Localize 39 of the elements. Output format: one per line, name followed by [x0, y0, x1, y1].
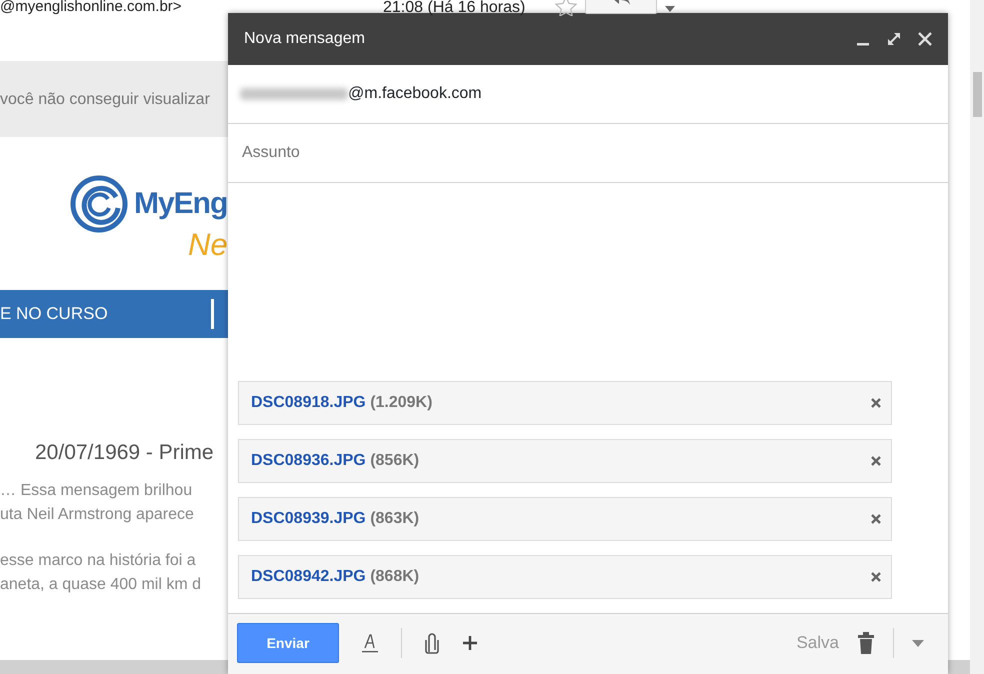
text-format-icon[interactable]	[361, 633, 379, 653]
paragraph: … Essa mensagem brilhou uta Neil Armstrong aparece	[0, 480, 195, 524]
attachment-name[interactable]: DSC08918.JPG	[251, 394, 366, 411]
attachment-chip[interactable]: DSC08936.JPG (856K)	[238, 439, 892, 483]
attachment-size: (863K)	[370, 510, 420, 527]
recipient-text: @m.facebook.com	[348, 84, 482, 104]
email-heading: 20/07/1969 - Prime	[34, 440, 215, 466]
nav-link[interactable]: E NO CURSO	[0, 304, 108, 323]
attachment-name[interactable]: DSC08936.JPG	[251, 452, 366, 469]
logo-text: MyEng	[134, 189, 228, 219]
subject-field[interactable]: Assunto	[240, 140, 948, 166]
remove-icon[interactable]	[869, 512, 883, 526]
expand-icon[interactable]	[886, 31, 902, 47]
attachment-name[interactable]: DSC08939.JPG	[251, 510, 366, 527]
sender-email: @myenglishonline.com.br>	[0, 0, 183, 17]
star-icon[interactable]	[555, 0, 577, 16]
attachment-chip[interactable]: DSC08939.JPG (863K)	[238, 497, 892, 541]
timestamp: 21:08 (Há 16 horas)	[383, 0, 526, 16]
attachment-chip[interactable]: DSC08942.JPG (868K)	[238, 555, 892, 599]
attachment-size: (868K)	[370, 568, 420, 585]
remove-icon[interactable]	[869, 396, 883, 410]
logo-tagline: Ne	[188, 229, 228, 260]
paperclip-icon[interactable]	[424, 632, 440, 654]
plus-icon[interactable]	[462, 635, 478, 651]
scrollbar[interactable]	[970, 0, 984, 674]
remove-icon[interactable]	[869, 454, 883, 468]
notice-text: você não conseguir visualizar	[0, 61, 228, 137]
attachment-size: (1.209K)	[370, 394, 432, 411]
save-status: Salva	[796, 632, 839, 654]
remove-icon[interactable]	[869, 570, 883, 584]
swirl-logo-icon	[70, 175, 130, 233]
window-title: Nova mensagem	[244, 29, 366, 49]
caret-icon[interactable]	[912, 640, 924, 646]
trash-icon[interactable]	[857, 632, 875, 654]
attachment-chip[interactable]: DSC08918.JPG (1.209K)	[238, 381, 892, 425]
attachment-name[interactable]: DSC08942.JPG	[251, 568, 366, 585]
close-icon[interactable]	[918, 32, 932, 46]
paragraph: esse marco na história foi a aneta, a quase 400 mil km d	[0, 550, 202, 594]
attachment-size: (856K)	[370, 452, 420, 469]
